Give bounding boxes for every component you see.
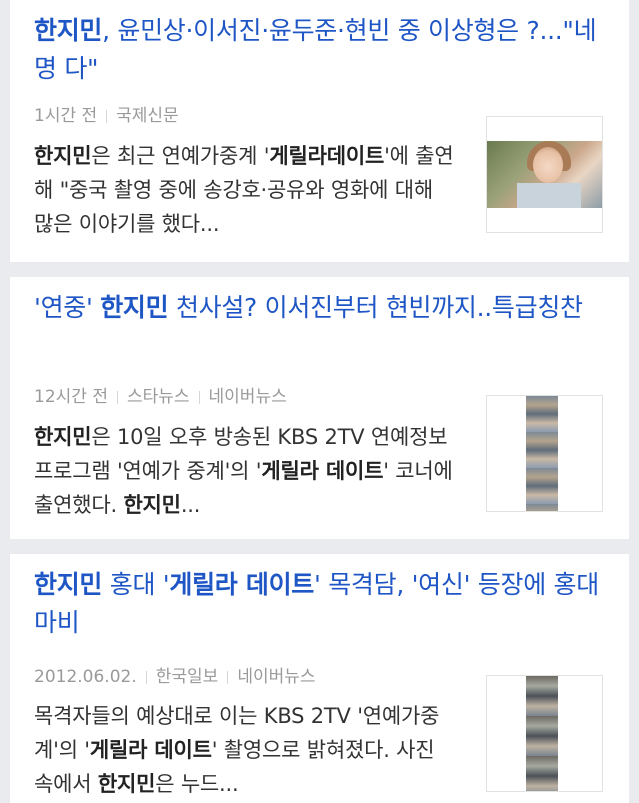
meta-divider [116, 390, 118, 404]
meta-divider [145, 670, 147, 684]
article-source[interactable]: 한국일보 [156, 667, 219, 687]
highlight-text: 한지민 [34, 425, 92, 449]
article-summary[interactable]: 한지민은 10일 오후 방송된 KBS 2TV 연예정보프로그램 '연예가 중계… [34, 420, 454, 522]
text-segment: '연중' [34, 293, 101, 322]
article-time: 2012.06.02. [34, 667, 137, 687]
article-title[interactable]: '연중' 한지민 천사설? 이서진부터 현빈까지..특급칭찬 [34, 289, 604, 327]
text-segment: 은 최근 연예가중계 ' [91, 144, 270, 168]
highlight-text: 게릴라데이트 [269, 144, 385, 168]
highlight-text: 게릴라 데이트 [261, 459, 384, 483]
article-title[interactable]: 한지민 홍대 '게릴라 데이트' 목격담, '여신' 등장에 홍대 마비 [34, 566, 604, 642]
article-time: 12시간 전 [34, 387, 108, 407]
highlight-text: 한지민 [34, 570, 103, 599]
highlight-text: 한지민 [123, 493, 181, 517]
article-thumbnail[interactable] [486, 675, 603, 792]
news-feed: 한지민, 윤민상·이서진·윤두준·현빈 중 이상형은 ?..."네명 다" 1시… [0, 0, 639, 803]
highlight-text: 한지민 [100, 293, 169, 322]
meta-divider [198, 390, 200, 404]
article-source[interactable]: 국제신문 [116, 106, 179, 126]
news-card[interactable]: 한지민, 윤민상·이서진·윤두준·현빈 중 이상형은 ?..."네명 다" 1시… [10, 0, 629, 262]
article-source[interactable]: 스타뉴스 [127, 387, 190, 407]
article-summary[interactable]: 한지민은 최근 연예가중계 '게릴라데이트'에 출연해 "중국 촬영 중에 송강… [34, 139, 454, 241]
article-thumbnail[interactable] [486, 116, 603, 233]
highlight-text: 게릴라 데이트 [169, 570, 314, 599]
highlight-text: 한지민 [97, 772, 156, 796]
article-time: 1시간 전 [34, 106, 98, 126]
actress-photo [487, 141, 602, 208]
photo-strip [526, 676, 558, 791]
text-segment: 천사설? 이서진부터 현빈까지..특급칭찬 [168, 293, 583, 322]
article-thumbnail[interactable] [486, 395, 603, 512]
highlight-text: 한지민 [34, 16, 103, 45]
article-title[interactable]: 한지민, 윤민상·이서진·윤두준·현빈 중 이상형은 ?..."네명 다" [34, 12, 604, 88]
text-segment: , 윤민상·이서진·윤두준·현빈 중 이상형은 ?..."네명 다" [34, 16, 597, 83]
highlight-text: 한지민 [34, 144, 92, 168]
article-meta: 1시간 전 국제신문 [34, 101, 179, 126]
article-source-naver[interactable]: 네이버뉴스 [237, 667, 315, 687]
article-summary[interactable]: 목격자들의 예상대로 이는 KBS 2TV '연예가중계'의 '게릴라 데이트'… [34, 699, 454, 801]
meta-divider [227, 670, 229, 684]
text-segment: ... [180, 493, 201, 517]
photo-face [533, 147, 563, 183]
text-segment: 홍대 ' [102, 570, 170, 599]
meta-divider [106, 109, 108, 123]
article-source-naver[interactable]: 네이버뉴스 [209, 387, 287, 407]
text-segment: 은 누드... [155, 772, 239, 796]
highlight-text: 게릴라 데이트 [89, 738, 212, 762]
article-meta: 2012.06.02. 한국일보 네이버뉴스 [34, 662, 316, 687]
article-meta: 12시간 전 스타뉴스 네이버뉴스 [34, 382, 287, 407]
news-card[interactable]: '연중' 한지민 천사설? 이서진부터 현빈까지..특급칭찬 12시간 전 스타뉴… [10, 277, 629, 539]
photo-shirt [517, 183, 581, 208]
photo-strip [526, 396, 558, 511]
news-card[interactable]: 한지민 홍대 '게릴라 데이트' 목격담, '여신' 등장에 홍대 마비 201… [10, 554, 629, 803]
